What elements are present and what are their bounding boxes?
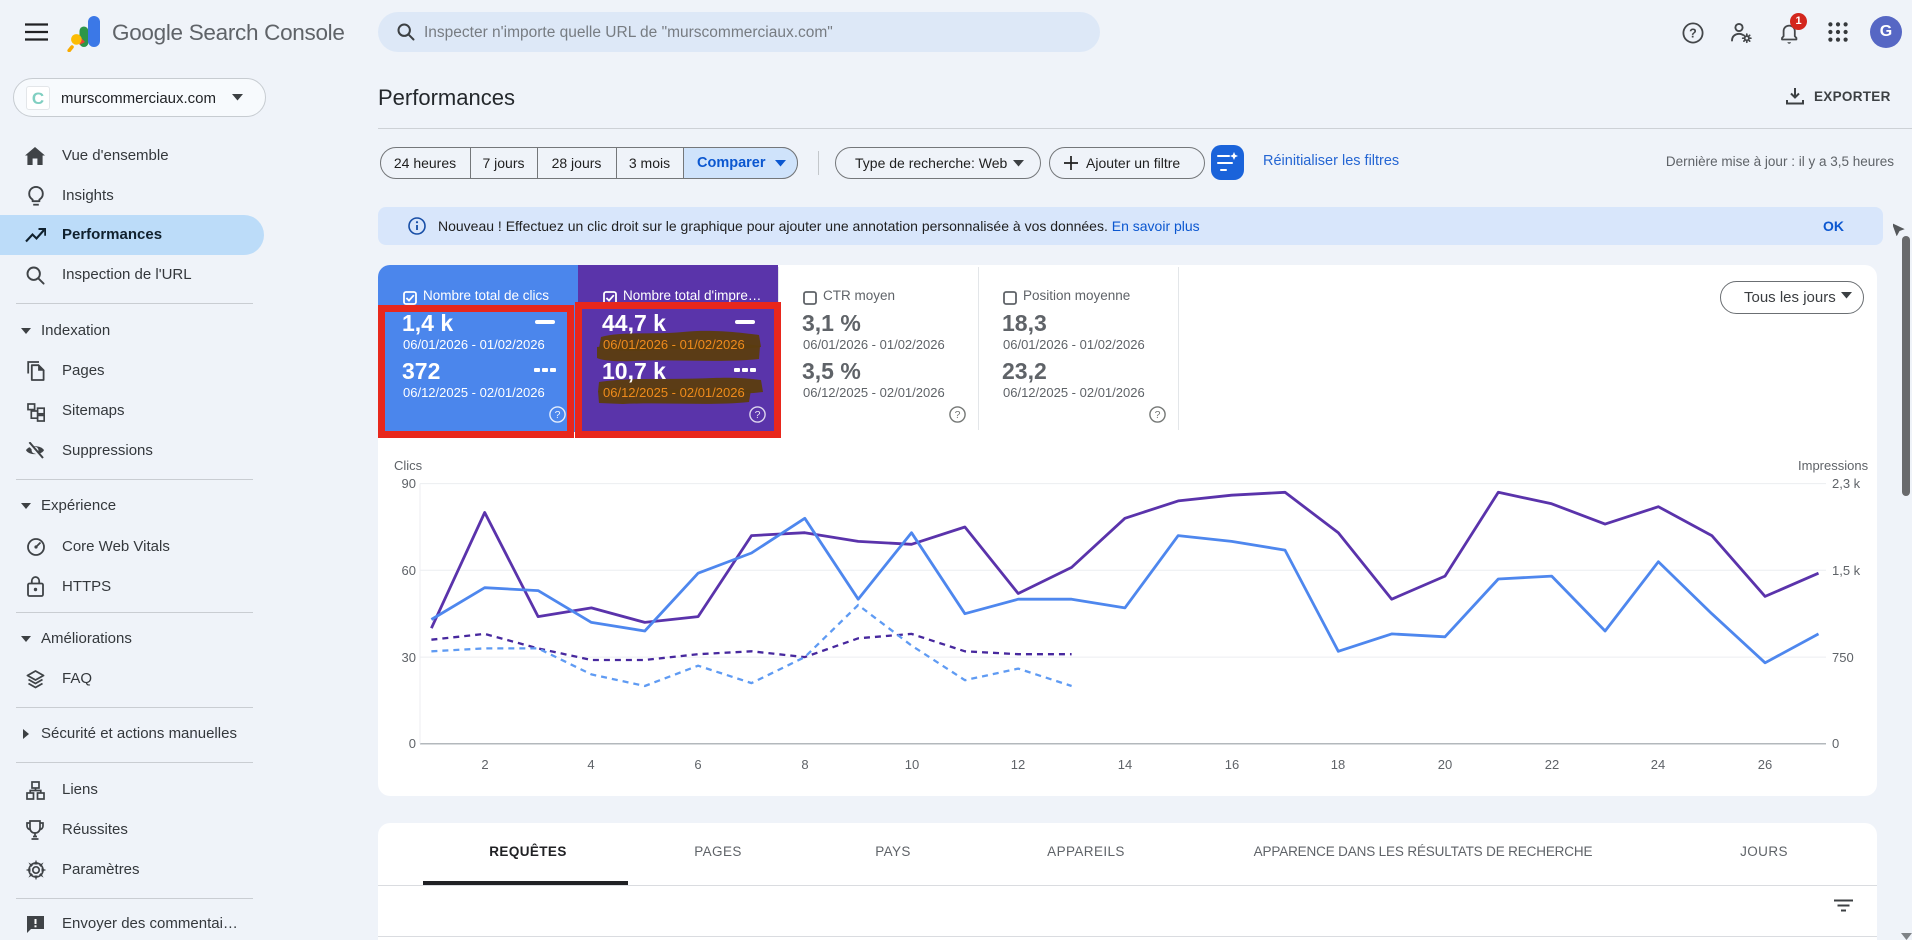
svg-text:?: ? — [1689, 26, 1697, 40]
